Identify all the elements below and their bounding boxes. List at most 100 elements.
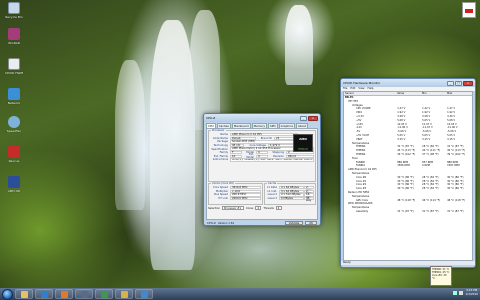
waterfall	[150, 20, 195, 270]
clocks-group: Clocks (Core #0) Core Speed 3816.8 MHz Mu…	[208, 182, 263, 205]
firefox-taskbar-icon[interactable]	[55, 289, 73, 299]
hwmonitor-status: Ready	[341, 261, 475, 265]
column-min[interactable]: Min	[422, 92, 447, 95]
hwmonitor-titlebar[interactable]: CPUID Hardware Monitor _ □ x	[341, 79, 475, 87]
taskbar: 3:43 PM 1/3/2010	[0, 288, 480, 300]
hwmon-taskbar-icon[interactable]	[95, 289, 113, 299]
validate-button[interactable]: Validate	[284, 221, 304, 225]
sensor-value: 31 °C (87 °F)	[397, 209, 414, 213]
close-button[interactable]: x	[463, 80, 473, 86]
level3-label: Level 3	[267, 197, 277, 201]
cpuz-cpu-panel: Processor AMD PHENOM Name AMD Phenom II X…	[206, 128, 318, 220]
speedfan-glyph-icon	[8, 116, 20, 128]
instructions-value: MMX(+), 3DNow!(+), SSE, SSE2, SSE3, SSE4…	[230, 158, 314, 162]
cpuz-version: Version 1.54	[217, 221, 235, 225]
start-button[interactable]	[2, 288, 13, 300]
cpuz-window[interactable]: CPU-Z _ x CPU Caches Mainboard Memory SP…	[203, 113, 321, 226]
sensor-min: 31 °C (87 °F)	[422, 209, 439, 213]
minimize-button[interactable]: _	[300, 115, 307, 121]
desktop-icon-label: Network	[7, 101, 21, 105]
selection-row: Selection Processor #1 Cores 4 Threads 4	[208, 206, 316, 210]
network-glyph-icon	[8, 88, 20, 100]
sensor-max: 31 °C (87 °F)	[447, 209, 464, 213]
level3-value: 6 MBytes	[279, 196, 304, 201]
processor-group: Processor AMD PHENOM Name AMD Phenom II X…	[208, 129, 316, 182]
desktop-icon-label: Rescue	[8, 159, 20, 163]
ok-button[interactable]: OK	[305, 221, 317, 225]
firefox-glyph-icon	[60, 290, 68, 298]
waterfall-upper	[190, 10, 220, 130]
recycle-bin-icon[interactable]: Recycle Bin	[2, 2, 26, 19]
system-tray: 3:43 PM 1/3/2010	[453, 288, 478, 296]
amd-logo-text: AMD	[299, 137, 307, 141]
sensor-name: Assembly	[356, 209, 369, 213]
explorer-taskbar-icon[interactable]	[15, 289, 33, 299]
column-value[interactable]: Value	[397, 92, 422, 95]
waterfall-right	[285, 5, 313, 85]
speedfan-icon[interactable]: SpeedFan	[2, 116, 26, 133]
network-icon[interactable]: Network	[2, 88, 26, 105]
column-max[interactable]: Max	[447, 92, 472, 95]
ht-link-value: 2009.0 MHz	[230, 196, 261, 201]
selection-label: Selection	[208, 206, 220, 210]
cache-group-title: Cache	[267, 182, 278, 185]
media-player-taskbar-icon[interactable]	[35, 289, 53, 299]
threads-value: 4	[275, 206, 282, 210]
processor-select[interactable]: Processor #1	[221, 206, 244, 210]
tool-icon[interactable]: Rescue	[2, 146, 26, 163]
clock-date: 1/3/2010	[465, 291, 478, 296]
cache-group: Cache L1 Data4 x 64 KBytes2-way L1 Inst.…	[264, 182, 316, 205]
ie-taskbar-icon[interactable]	[135, 289, 153, 299]
ht-link-row: HT Link 2009.0 MHz	[210, 196, 261, 201]
sensor-table[interactable]: Sensor Value Min Max BB-PC ITE IT87 Voltag…	[343, 91, 473, 261]
volume-tray-icon[interactable]	[459, 290, 464, 295]
cpuid-icon[interactable]: CPUID HWM	[2, 58, 26, 75]
cpuz-titlebar[interactable]: CPU-Z _ x	[204, 114, 320, 122]
stepping-label: Stepping	[272, 151, 284, 155]
winrar-icon[interactable]: WinRAR	[2, 28, 26, 45]
maximize-button[interactable]: □	[455, 80, 462, 86]
cores-label: Cores	[245, 206, 254, 210]
close-button[interactable]: x	[308, 115, 318, 121]
cpuz-footer: CPU-Z Version 1.54 Validate OK	[204, 220, 320, 225]
folder-taskbar-icon[interactable]	[115, 289, 133, 299]
family-label: Family	[219, 151, 228, 155]
amd-overdrive-icon[interactable]: AMD OD	[2, 176, 26, 193]
menu-view[interactable]: View	[358, 87, 364, 91]
network-tray-icon[interactable]	[453, 290, 458, 295]
menu-file[interactable]: File	[343, 87, 347, 91]
cpuz-title: CPU-Z	[206, 116, 216, 120]
desktop-icon-label: AMD OD	[7, 189, 21, 193]
column-sensor[interactable]: Sensor	[344, 92, 397, 95]
document-icon[interactable]	[462, 2, 476, 18]
tray-tooltip: TMPIN0: 31 °C TMPIN1: 45 °C Core #0: 30 …	[430, 266, 452, 286]
menu-edit[interactable]: Edit	[350, 87, 355, 91]
hwmon-glyph-icon	[100, 290, 108, 298]
level3-row: Level 36 MBytes 48-way	[266, 196, 314, 202]
amd-overdrive-glyph-icon	[8, 176, 20, 188]
hwmonitor-window[interactable]: CPUID Hardware Monitor _ □ x File Edit V…	[340, 78, 476, 268]
threads-label: Threads	[263, 206, 274, 210]
sensor-row[interactable]: Assembly 31 °C (87 °F) 31 °C (87 °F) 31 °C …	[344, 210, 472, 214]
amd-logo-sub: PHENOM	[298, 148, 308, 151]
desktop-icon-label: SpeedFan	[6, 129, 22, 133]
tooltip-line: Core #0: 30 °C	[432, 274, 447, 280]
cpuz-taskbar-icon[interactable]	[75, 289, 93, 299]
folder-glyph-icon	[120, 290, 128, 298]
tool-glyph-icon	[8, 146, 20, 158]
menu-help[interactable]: Help	[368, 87, 374, 91]
technology-label: Technology	[213, 144, 228, 148]
cores-value: 4	[255, 206, 262, 210]
amd-logo: AMD PHENOM	[293, 134, 313, 152]
media-player-glyph-icon	[40, 290, 48, 298]
clock[interactable]: 3:43 PM 1/3/2010	[465, 288, 478, 296]
l1-data-label: L1 Data	[266, 186, 277, 190]
clocks-group-title: Clocks (Core #0)	[211, 182, 235, 185]
cpuz-glyph-icon	[80, 290, 88, 298]
cpuid-glyph-icon	[8, 58, 20, 70]
desktop-icon-label: Recycle Bin	[5, 15, 23, 19]
level3-ways: 48-way	[304, 196, 314, 202]
sensor-rows: BB-PC ITE IT87 Voltages CPU VCORE 1.47 V 1.42…	[344, 96, 472, 214]
minimize-button[interactable]: _	[447, 80, 454, 86]
hwmonitor-title: CPUID Hardware Monitor	[343, 81, 381, 85]
